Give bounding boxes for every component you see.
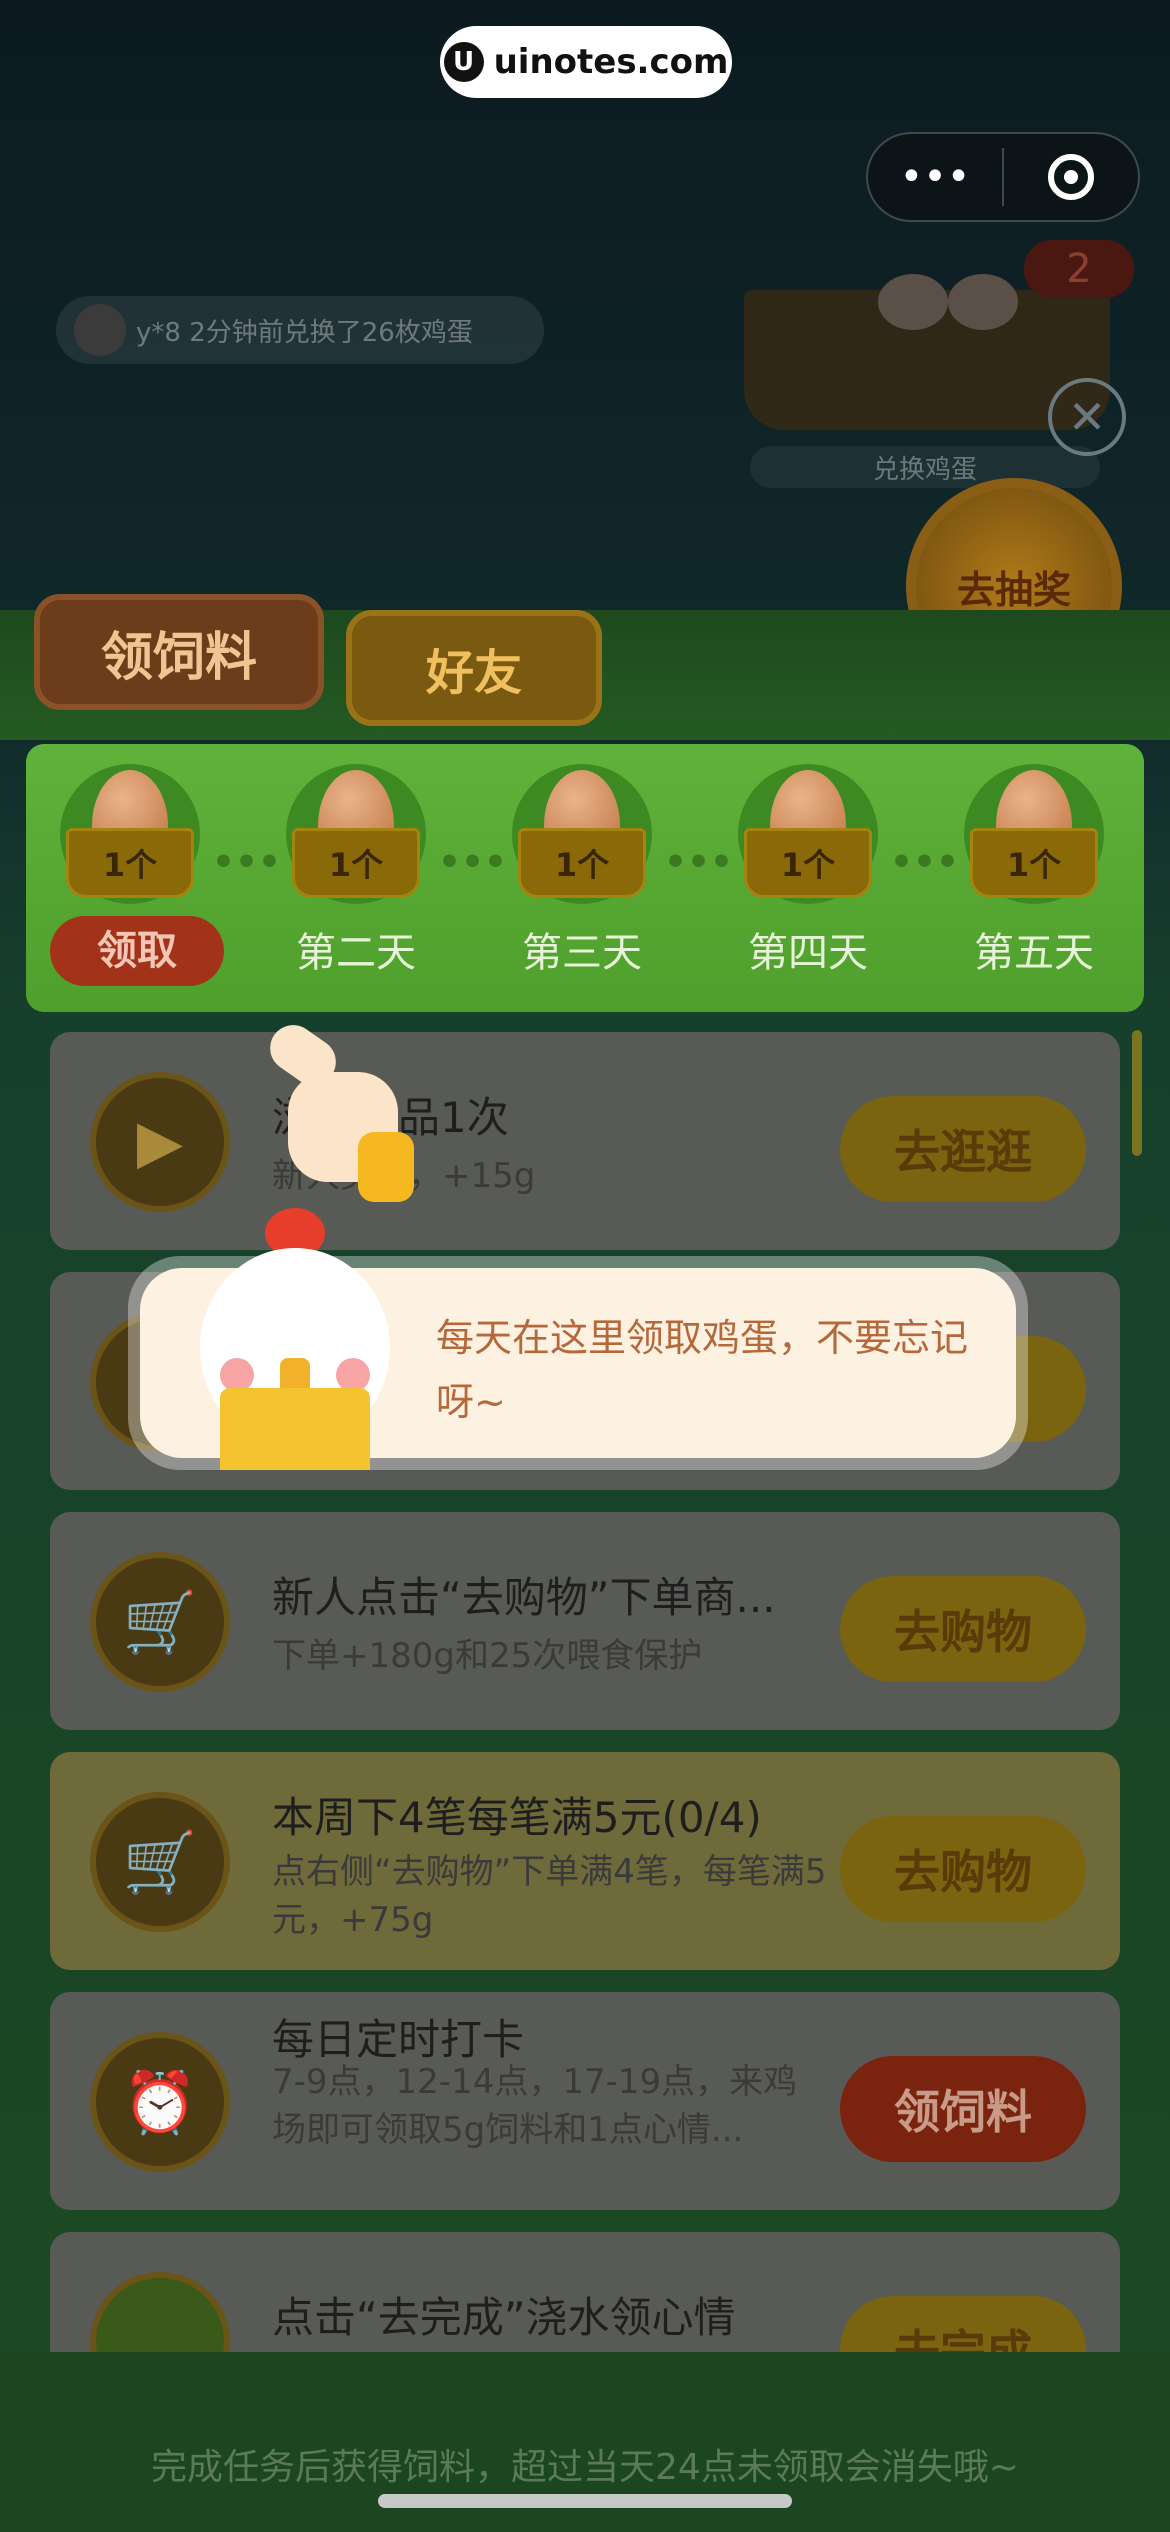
browse-button[interactable]: 去逛逛 <box>840 1096 1086 1202</box>
basket-egg-icon <box>878 274 948 330</box>
more-button[interactable]: ••• <box>868 134 1002 220</box>
shop-button[interactable]: 去购物 <box>840 1816 1086 1922</box>
task-item: 🛒 本周下4笔每笔满5元(0/4) 点右侧“去购物”下单满4笔，每笔满5元，+7… <box>50 1752 1120 1970</box>
day-label: 第四天 <box>748 930 868 976</box>
box-icon: ▶ <box>90 1072 230 1212</box>
day-label: 第五天 <box>974 930 1094 976</box>
task-item: ⏰ 每日定时打卡 7-9点，12-14点，17-19点，来鸡场即可领取5g饲料和… <box>50 1992 1120 2210</box>
egg-day-2: 1个 第二天 <box>276 764 436 978</box>
tab-friends[interactable]: 好友 <box>346 610 602 726</box>
u-logo-icon: U <box>443 42 484 82</box>
exit-button[interactable] <box>1004 134 1138 220</box>
mini-program-capsule: ••• <box>866 132 1140 222</box>
egg-day-4: 1个 第四天 <box>728 764 888 978</box>
scrollbar[interactable] <box>1132 1030 1142 1156</box>
guide-text: 每天在这里领取鸡蛋，不要忘记呀~ <box>436 1316 969 1424</box>
task-item: 🛒 新人点击“去购物”下单商... 下单+180g和25次喂食保护 去购物 <box>50 1512 1120 1730</box>
task-desc: 7-9点，12-14点，17-19点，来鸡场即可领取5g饲料和1点心情... <box>272 2062 798 2150</box>
claim-egg-button[interactable]: 领取 <box>50 916 224 986</box>
egg-count-badge: 2 <box>1024 240 1134 298</box>
egg-count: 1个 <box>518 828 646 898</box>
shop-button[interactable]: 去购物 <box>840 1576 1086 1682</box>
dots-separator: ••• <box>890 842 960 883</box>
target-icon <box>1048 154 1094 200</box>
dots-separator: ••• <box>212 842 282 883</box>
cart-icon: 🛒 <box>90 1792 230 1932</box>
farm-scene: U uinotes.com ••• y*8 2分钟前兑换了26枚鸡蛋 2 兑换鸡… <box>0 0 1170 2532</box>
egg-count: 1个 <box>970 828 1098 898</box>
egg-checkin-strip: 1个 领取 ••• 1个 第二天 ••• 1个 第三天 ••• 1个 第四天 •… <box>26 744 1144 1012</box>
egg-count: 1个 <box>292 828 420 898</box>
egg-day-1: 1个 领取 <box>50 764 224 986</box>
get-feed-button[interactable]: 领饲料 <box>840 2056 1086 2162</box>
hen-mascot <box>180 1208 410 1470</box>
tab-get-feed[interactable]: 领饲料 <box>34 594 324 710</box>
dots-separator: ••• <box>438 842 508 883</box>
exchange-eggs-button[interactable]: 兑换鸡蛋 <box>750 446 1100 488</box>
watermark-text: uinotes.com <box>493 42 729 82</box>
day-label: 第三天 <box>522 930 642 976</box>
day-label: 第二天 <box>296 930 416 976</box>
egg-day-3: 1个 第三天 <box>502 764 662 978</box>
task-title: 本周下4笔每笔满5元(0/4) <box>272 1793 762 1842</box>
task-title: 新人点击“去购物”下单商... <box>272 1573 776 1622</box>
watermark: U uinotes.com <box>440 26 732 98</box>
exchange-marquee: y*8 2分钟前兑换了26枚鸡蛋 <box>56 296 544 364</box>
bottom-tip-text: 完成任务后获得饲料，超过当天24点未领取会消失哦~ <box>151 2447 1019 2488</box>
marquee-text: y*8 2分钟前兑换了26枚鸡蛋 <box>136 317 473 348</box>
basket-egg-icon <box>948 274 1018 330</box>
home-indicator[interactable] <box>378 2494 792 2508</box>
task-desc: 下单+180g和25次喂食保护 <box>272 1636 703 1676</box>
task-desc: 点右侧“去购物”下单满4笔，每笔满5元，+75g <box>272 1852 827 1940</box>
dots-separator: ••• <box>664 842 734 883</box>
task-title: 点击“去完成”浇水领心情 <box>272 2293 736 2342</box>
egg-day-5: 1个 第五天 <box>954 764 1114 978</box>
close-icon[interactable]: ✕ <box>1048 378 1126 456</box>
avatar <box>74 304 126 356</box>
cart-icon: 🛒 <box>90 1552 230 1692</box>
more-icon: ••• <box>899 154 971 200</box>
egg-count: 1个 <box>66 828 194 898</box>
alarm-clock-icon: ⏰ <box>90 2032 230 2172</box>
egg-count: 1个 <box>744 828 872 898</box>
pointing-hand-icon <box>261 1016 418 1202</box>
